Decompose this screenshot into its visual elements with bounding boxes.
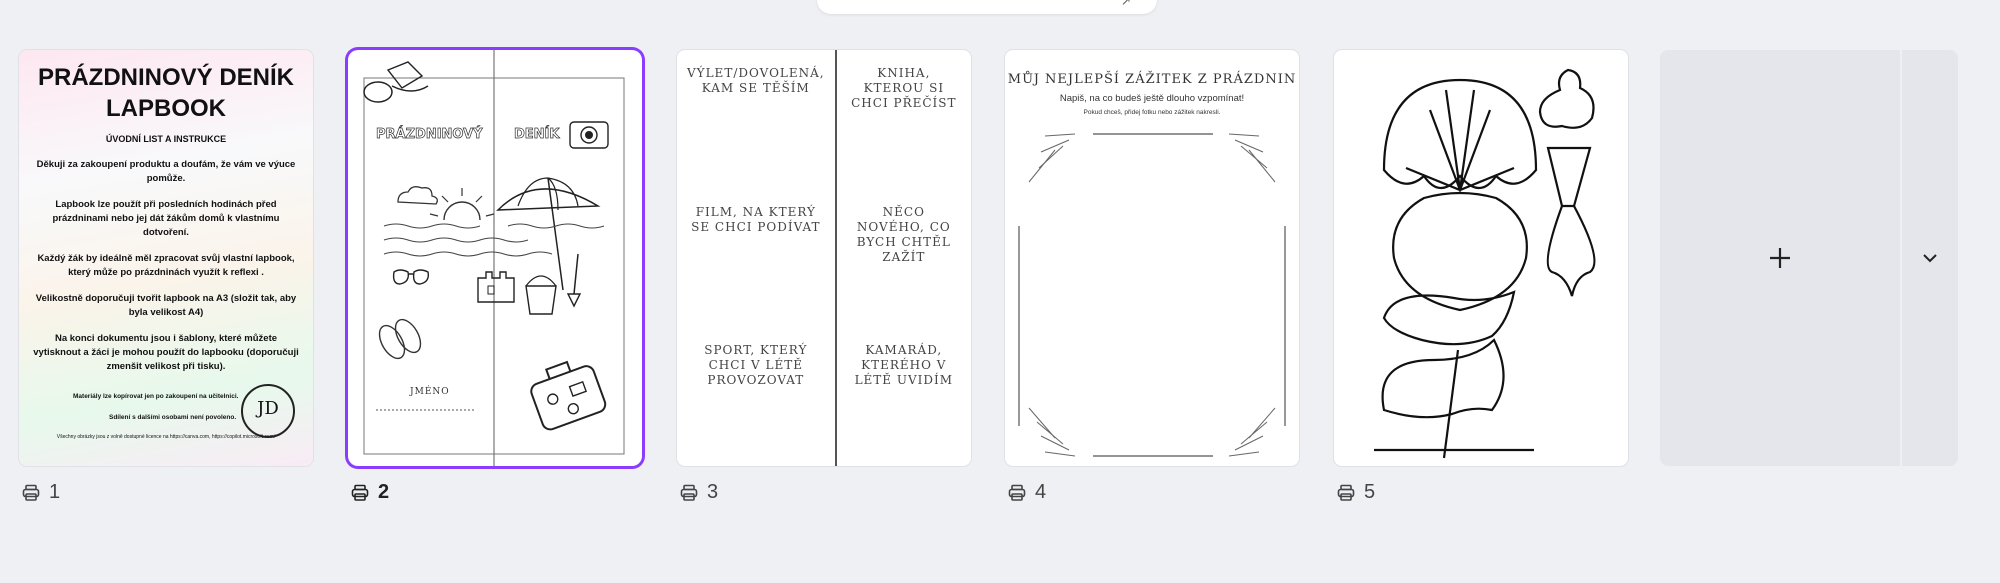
page-label-4[interactable]: 4 <box>1007 481 1046 504</box>
add-page-options-button[interactable] <box>1902 50 1958 466</box>
print-icon <box>1008 484 1026 501</box>
page3-left-column: VÝLET/DOVOLENÁ, KAM SE TĚŠÍM FILM, NA KT… <box>677 50 837 466</box>
page-thumbnail-3[interactable]: VÝLET/DOVOLENÁ, KAM SE TĚŠÍM FILM, NA KT… <box>677 50 971 466</box>
monogram-logo: JD <box>241 384 295 438</box>
cursor-icon: ↗ <box>1120 0 1131 8</box>
page5-templates <box>1374 68 1596 459</box>
page4-title: MŮJ NEJLEPŠÍ ZÁŽITEK Z PRÁZDNIN <box>1007 72 1297 87</box>
page2-illustration: PRÁZDNINOVÝ DENÍK JMÉNO <box>363 50 625 466</box>
svg-text:PRÁZDNINOVÝ: PRÁZDNINOVÝ <box>376 126 483 142</box>
print-icon <box>351 484 369 501</box>
plus-icon <box>1770 248 1790 268</box>
page1-paragraph: Na konci dokumentu jsou i šablony, které… <box>33 333 299 372</box>
page4-note: Pokud chceš, přidej fotku nebo zážitek n… <box>1083 109 1221 116</box>
page-label-1[interactable]: 1 <box>21 481 60 504</box>
svg-text:DENÍK: DENÍK <box>514 126 560 142</box>
page3-cell: KNIHA, KTEROU SI CHCI PŘEČÍST <box>851 66 957 110</box>
top-toolbar-pill: ↗ <box>817 0 1157 14</box>
page3-cell: FILM, NA KTERÝ SE CHCI PODÍVAT <box>691 204 821 234</box>
page1-paragraph: Každý žák by ideálně měl zpracovat svůj … <box>37 253 295 278</box>
page3-cell: KAMARÁD, KTERÉHO V LÉTĚ UVIDÍM <box>854 343 954 388</box>
page-label-5[interactable]: 5 <box>1336 481 1375 504</box>
page1-paragraph: Velikostně doporučuji tvořit lapbook na … <box>35 293 297 318</box>
page-thumbnail-1[interactable]: PRÁZDNINOVÝ DENÍK LAPBOOK ÚVODNÍ LIST A … <box>19 50 313 466</box>
page1-subtitle: ÚVODNÍ LIST A INSTRUKCE <box>105 134 227 144</box>
page3-cell: VÝLET/DOVOLENÁ, KAM SE TĚŠÍM <box>687 66 825 95</box>
add-page-button[interactable] <box>1660 50 1900 466</box>
page-label-2[interactable]: 2 <box>350 481 389 504</box>
page-thumbnail-4[interactable]: MŮJ NEJLEPŠÍ ZÁŽITEK Z PRÁZDNIN Napiš, n… <box>1005 50 1299 466</box>
print-icon <box>22 484 40 501</box>
page1-title: PRÁZDNINOVÝ DENÍK LAPBOOK <box>37 64 295 122</box>
page-thumbnail-2[interactable]: PRÁZDNINOVÝ DENÍK JMÉNO <box>348 50 642 466</box>
chevron-down-icon <box>1923 254 1937 263</box>
page3-cell: NĚCO NOVÉHO, CO BYCH CHTĚL ZAŽÍT <box>856 204 951 264</box>
page4-frame <box>1018 133 1286 457</box>
page-label-3[interactable]: 3 <box>679 481 718 504</box>
page1-paragraph: Lapbook lze použít při posledních hodiná… <box>52 199 280 238</box>
print-icon <box>1337 484 1355 501</box>
svg-text:JMÉNO: JMÉNO <box>409 385 450 397</box>
page1-paragraph: Děkuji za zakoupení produktu a doufám, ž… <box>36 159 296 184</box>
page3-cell: SPORT, KTERÝ CHCI V LÉTĚ PROVOZOVAT <box>704 343 808 388</box>
page-thumbnail-5[interactable] <box>1334 50 1628 466</box>
page4-subtitle: Napiš, na co budeš ještě dlouho vzpomína… <box>1059 93 1245 104</box>
page3-right-column: KNIHA, KTEROU SI CHCI PŘEČÍST NĚCO NOVÉH… <box>837 50 971 466</box>
print-icon <box>680 484 698 501</box>
